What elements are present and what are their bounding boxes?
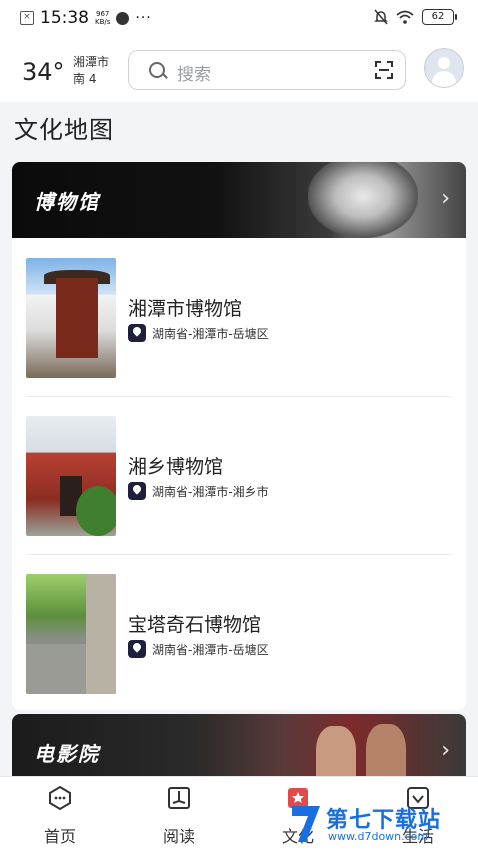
museum-name: 宝塔奇石博物馆 xyxy=(128,614,262,636)
status-time: 15:38 xyxy=(40,8,89,28)
museum-list-item[interactable]: 湘乡博物馆 湖南省-湘潭市-湘乡市 xyxy=(26,416,452,538)
book-icon xyxy=(168,787,190,809)
thumbnail-tree xyxy=(76,486,116,536)
avatar-body xyxy=(432,71,456,87)
location-pin-icon xyxy=(128,324,146,342)
location-pin-icon xyxy=(128,640,146,658)
museum-list-item[interactable]: 宝塔奇石博物馆 湖南省-湘潭市-岳塘区 xyxy=(26,574,452,696)
museum-banner-title: 博物馆 xyxy=(34,190,100,214)
museum-thumbnail xyxy=(26,574,116,694)
status-left: × 15:38 967 KB/s ··· xyxy=(20,8,152,28)
mute-bell-icon xyxy=(374,9,388,25)
banner-pillar-image xyxy=(288,162,296,238)
museum-location-text: 湖南省-湘潭市-岳塘区 xyxy=(152,642,269,657)
watermark-logo-icon xyxy=(292,806,320,842)
chevron-right-icon: › xyxy=(441,738,450,763)
tab-read-label: 阅读 xyxy=(162,827,195,846)
museum-name: 湘乡博物馆 xyxy=(128,456,224,478)
network-speed: 967 KB/s xyxy=(95,10,110,26)
watermark: 第七下载站 www.d7down.com xyxy=(288,800,478,850)
museum-banner[interactable]: 博物馆 › xyxy=(12,162,466,238)
user-avatar[interactable] xyxy=(424,48,464,88)
avatar-head xyxy=(438,57,450,69)
search-icon xyxy=(149,62,165,78)
weather-city: 湘潭市 xyxy=(73,55,110,69)
page-section-title: 文化地图 xyxy=(14,116,114,144)
tab-home[interactable]: 首页 xyxy=(20,785,100,847)
status-bar: × 15:38 967 KB/s ··· 62 xyxy=(0,0,478,36)
museum-location-text: 湖南省-湘潭市-岳塘区 xyxy=(152,326,269,341)
location-pin-icon xyxy=(128,482,146,500)
museum-location: 湖南省-湘潭市-湘乡市 xyxy=(128,482,269,500)
home-chat-icon xyxy=(49,785,71,811)
network-speed-value: 967 xyxy=(96,10,110,18)
weather-temperature[interactable]: 34° xyxy=(22,58,65,86)
thumbnail-wall xyxy=(86,574,116,694)
museum-location-text: 湖南省-湘潭市-湘乡市 xyxy=(152,484,269,499)
museum-name: 湘潭市博物馆 xyxy=(128,298,243,320)
status-right: 62 xyxy=(374,9,457,25)
top-header: 34° 湘潭市 南 4 搜索 xyxy=(0,36,478,102)
scan-icon[interactable] xyxy=(375,61,393,79)
museum-card: 博物馆 › 湘潭市博物馆 湖南省-湘潭市-岳塘区 湘乡博物馆 湖南省-湘潭市-湘… xyxy=(12,162,466,710)
divider xyxy=(26,554,452,555)
search-placeholder: 搜索 xyxy=(177,65,211,85)
watermark-url: www.d7down.com xyxy=(328,830,429,843)
cinema-banner-title: 电影院 xyxy=(34,742,100,766)
app-notification-icon xyxy=(116,11,130,25)
more-notifications-icon: ··· xyxy=(135,10,152,26)
banner-statue-image xyxy=(308,162,418,238)
museum-thumbnail xyxy=(26,258,116,378)
divider xyxy=(26,396,452,397)
search-bar[interactable]: 搜索 xyxy=(128,50,406,90)
notification-close-icon: × xyxy=(20,11,34,25)
museum-thumbnail xyxy=(26,416,116,536)
thumbnail-pavilion xyxy=(56,278,98,358)
tab-read[interactable]: 阅读 xyxy=(139,785,219,847)
museum-location: 湖南省-湘潭市-岳塘区 xyxy=(128,324,269,342)
weather-wind: 南 4 xyxy=(73,72,97,86)
battery-icon: 62 xyxy=(422,9,457,25)
wifi-icon xyxy=(396,10,414,24)
banner-person-image xyxy=(366,724,406,784)
weather-location[interactable]: 湘潭市 南 4 xyxy=(73,54,109,88)
tab-home-label: 首页 xyxy=(43,827,76,846)
museum-list-item[interactable]: 湘潭市博物馆 湖南省-湘潭市-岳塘区 xyxy=(26,258,452,380)
network-speed-unit: KB/s xyxy=(95,18,111,26)
chevron-right-icon: › xyxy=(441,186,450,211)
museum-location: 湖南省-湘潭市-岳塘区 xyxy=(128,640,269,658)
